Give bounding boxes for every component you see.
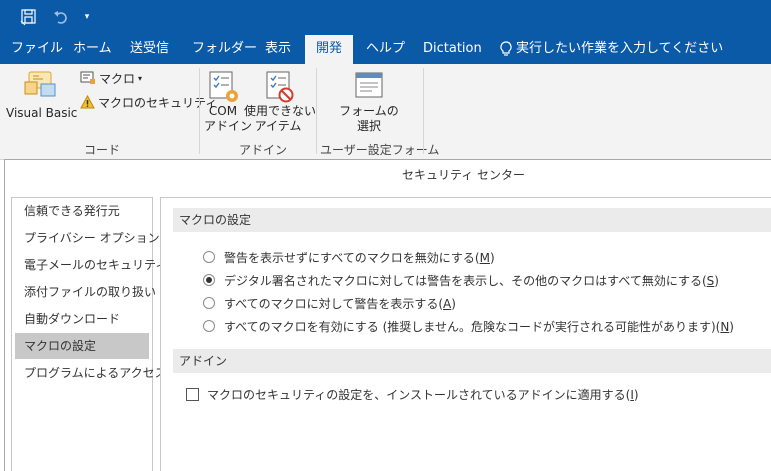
sidebar-item-programmatic-access[interactable]: プログラムによるアクセス (12, 360, 167, 386)
sidebar-item-trusted-publishers[interactable]: 信頼できる発行元 (12, 198, 152, 224)
form-icon (330, 70, 408, 104)
sidebar-item-automatic-download[interactable]: 自動ダウンロード (12, 306, 152, 332)
undo-icon[interactable] (50, 7, 72, 27)
macro-icon (80, 71, 96, 85)
visual-basic-button[interactable]: Visual Basic (6, 70, 78, 121)
tab-help[interactable]: ヘルプ (366, 34, 405, 64)
radio-option-notify-all[interactable]: すべてのマクロに対して警告を表示する(A) (203, 294, 456, 312)
com-addin-button[interactable]: COM アドイン (204, 70, 253, 134)
dialog-title: セキュリティ センター (401, 168, 526, 182)
ribbon: Visual Basic マクロ ▾ マクロのセキュリティ コード COM アド… (0, 64, 771, 160)
com-addin-label-1: COM (208, 104, 238, 118)
group-separator (423, 68, 424, 154)
option-label: すべてのマクロに対して警告を表示する(A) (224, 296, 456, 311)
trust-center-dialog: セキュリティ センター 信頼できる発行元 プライバシー オプション 電子メールの… (4, 159, 771, 471)
ribbon-tabs: ファイル ホーム 送受信 フォルダー 表示 開発 ヘルプ Dictation 実… (0, 34, 771, 65)
tab-file[interactable]: ファイル (11, 34, 63, 64)
group-separator (316, 68, 317, 154)
radio-button[interactable] (203, 320, 215, 332)
com-addin-icon (204, 70, 242, 104)
tab-developer[interactable]: 開発 (305, 35, 353, 65)
checkbox[interactable] (186, 387, 199, 401)
tab-folder[interactable]: フォルダー (192, 34, 257, 64)
group-label-addin: アドイン (239, 143, 288, 157)
option-label: デジタル署名されたマクロに対しては警告を表示し、その他のマクロはすべて無効にする… (224, 273, 719, 288)
lightbulb-icon (500, 41, 512, 57)
visual-basic-label: Visual Basic (6, 106, 78, 120)
chevron-down-icon[interactable]: ▾ (79, 7, 95, 27)
disabled-items-button[interactable]: 使用できない アイテム (244, 70, 317, 134)
tell-me-search[interactable]: 実行したい作業を入力してください (500, 34, 723, 64)
tab-home[interactable]: ホーム (73, 34, 112, 64)
chevron-down-icon: ▾ (138, 73, 143, 83)
group-label-user-form: ユーザー設定フォーム (320, 143, 440, 157)
trust-center-sidebar: 信頼できる発行元 プライバシー オプション 電子メールのセキュリティ 添付ファイ… (11, 197, 167, 471)
macro-button[interactable]: マクロ ▾ (80, 69, 142, 87)
radio-option-notify-signed[interactable]: デジタル署名されたマクロに対しては警告を表示し、その他のマクロはすべて無効にする… (203, 271, 719, 289)
visual-basic-icon (6, 70, 74, 100)
section-heading-addins: アドイン (173, 349, 771, 373)
macro-label: マクロ (99, 71, 136, 86)
sidebar-item-macro-settings[interactable]: マクロの設定 (15, 333, 149, 359)
section-heading-macro-settings: マクロの設定 (173, 208, 771, 232)
disabled-items-label-1: 使用できない (244, 104, 317, 118)
macro-settings-panel: マクロの設定 警告を表示せずにすべてのマクロを無効にする(M) デジタル署名され… (160, 197, 771, 471)
group-separator (199, 68, 200, 154)
choose-form-label-1: フォームの (339, 104, 399, 118)
sidebar-item-privacy-options[interactable]: プライバシー オプション (12, 225, 160, 251)
checkbox-label: マクロのセキュリティの設定を、インストールされているアドインに適用する(I) (207, 387, 639, 402)
option-label: すべてのマクロを有効にする (推奨しません。危険なコードが実行される可能性があり… (224, 319, 734, 334)
apply-to-addins-checkbox[interactable]: マクロのセキュリティの設定を、インストールされているアドインに適用する(I) (186, 385, 639, 403)
tab-view[interactable]: 表示 (265, 34, 291, 64)
com-addin-label-2: アドイン (204, 119, 253, 133)
disabled-items-icon (244, 70, 312, 104)
tell-me-label: 実行したい作業を入力してください (516, 41, 724, 56)
radio-button[interactable] (203, 251, 215, 263)
sidebar-item-attachment-handling[interactable]: 添付ファイルの取り扱い (12, 279, 156, 305)
choose-form-button[interactable]: フォームの 選択 (330, 70, 408, 134)
disabled-items-label-2: アイテム (254, 119, 302, 133)
radio-option-disable-no-notify[interactable]: 警告を表示せずにすべてのマクロを無効にする(M) (203, 248, 495, 266)
macro-security-button[interactable]: マクロのセキュリティ (80, 93, 217, 111)
radio-button[interactable] (203, 297, 215, 309)
sidebar-item-email-security[interactable]: 電子メールのセキュリティ (12, 252, 167, 278)
group-label-code: コード (84, 143, 121, 157)
radio-option-enable-all[interactable]: すべてのマクロを有効にする (推奨しません。危険なコードが実行される可能性があり… (203, 317, 734, 335)
option-label: 警告を表示せずにすべてのマクロを無効にする(M) (224, 250, 495, 265)
tab-dictation[interactable]: Dictation (423, 34, 482, 64)
choose-form-label-2: 選択 (356, 119, 381, 133)
save-icon[interactable] (18, 7, 40, 27)
warning-icon (80, 95, 95, 109)
radio-button-selected[interactable] (203, 274, 215, 286)
title-bar: ▾ (0, 0, 771, 34)
tab-send-receive[interactable]: 送受信 (130, 34, 169, 64)
